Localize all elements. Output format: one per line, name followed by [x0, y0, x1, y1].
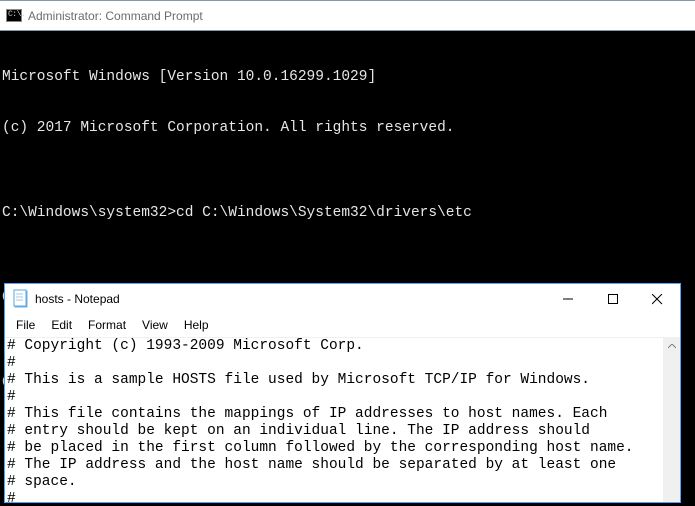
minimize-button[interactable]: [545, 284, 590, 314]
cmd-title: Administrator: Command Prompt: [28, 9, 203, 23]
close-button[interactable]: [635, 284, 680, 314]
notepad-text-area[interactable]: # Copyright (c) 1993-2009 Microsoft Corp…: [5, 338, 680, 502]
notepad-icon: [13, 289, 29, 309]
menu-file[interactable]: File: [9, 316, 42, 334]
scroll-up-button[interactable]: [663, 338, 680, 355]
notepad-body: # Copyright (c) 1993-2009 Microsoft Corp…: [5, 337, 680, 502]
notepad-title: hosts - Notepad: [35, 292, 545, 306]
cmd-icon: C:\.: [6, 9, 22, 22]
menu-help[interactable]: Help: [177, 316, 216, 334]
menu-view[interactable]: View: [135, 316, 175, 334]
notepad-window: hosts - Notepad File Edit Format View He…: [4, 283, 681, 503]
menu-format[interactable]: Format: [81, 316, 133, 334]
maximize-button[interactable]: [590, 284, 635, 314]
cmd-line: (c) 2017 Microsoft Corporation. All righ…: [2, 120, 693, 137]
cmd-line: C:\Windows\system32>cd C:\Windows\System…: [2, 205, 693, 222]
vertical-scrollbar[interactable]: [663, 338, 680, 502]
notepad-titlebar[interactable]: hosts - Notepad: [5, 284, 680, 314]
menu-edit[interactable]: Edit: [44, 316, 79, 334]
cmd-line: Microsoft Windows [Version 10.0.16299.10…: [2, 69, 693, 86]
window-controls: [545, 284, 680, 314]
notepad-menubar: File Edit Format View Help: [5, 314, 680, 337]
cmd-titlebar[interactable]: C:\. Administrator: Command Prompt: [0, 1, 695, 31]
